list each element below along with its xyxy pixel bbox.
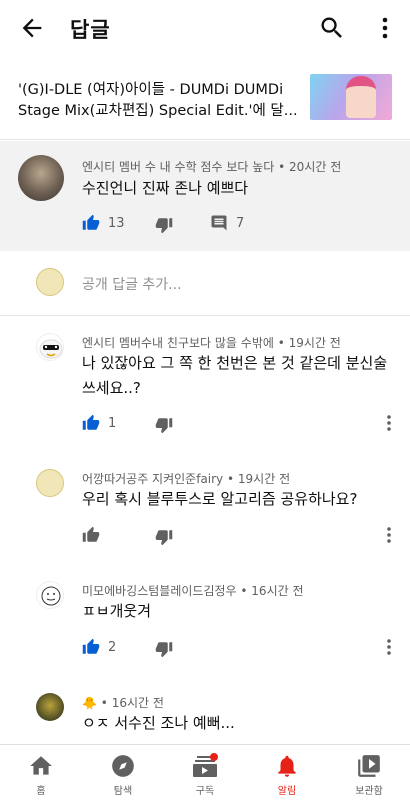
reply-count-action[interactable]: 7: [210, 214, 244, 232]
library-icon: [358, 755, 380, 777]
nav-explore[interactable]: 탐색: [82, 751, 164, 799]
like-action[interactable]: 2: [82, 638, 116, 656]
subscriptions-icon: [193, 753, 218, 777]
add-reply-row[interactable]: 공개 답글 추가...: [0, 252, 410, 316]
bell-icon: [278, 755, 296, 777]
thumb-down-icon[interactable]: [155, 216, 173, 234]
comment-author[interactable]: 엔시티 멤버 수 내 수학 점수 보다 높다: [82, 160, 274, 174]
avatar[interactable]: [18, 155, 64, 201]
like-count: 13: [108, 215, 125, 231]
thumb-up-icon[interactable]: [82, 526, 100, 544]
nav-label: 보관함: [355, 786, 383, 797]
comment-meta: 🐥 • 16시간 전: [82, 694, 164, 711]
comment-text: ㅍㅂ개웃겨: [82, 602, 152, 620]
avatar[interactable]: [36, 333, 64, 361]
avatar[interactable]: [36, 581, 64, 609]
comment-time: 20시간 전: [289, 160, 342, 174]
comment-author[interactable]: 🐥: [82, 696, 97, 710]
comment-author[interactable]: 미모에바깅스텀블레이드김정우: [82, 584, 237, 598]
meta-separator: •: [227, 472, 235, 486]
more-vert-icon[interactable]: [386, 414, 392, 432]
thumb-up-icon[interactable]: [82, 214, 100, 232]
comment-author[interactable]: 엔시티 멤버수내 친구보다 많을 수밖에: [82, 336, 274, 350]
comment-time: 16시간 전: [111, 696, 164, 710]
home-icon: [30, 756, 52, 775]
more-vert-icon[interactable]: [386, 638, 392, 656]
thumb-down-icon[interactable]: [155, 640, 173, 658]
comment-text-line: 쓰세요..?: [82, 379, 141, 397]
comment-author[interactable]: 어깡따거공주 지켜인준fairy: [82, 472, 223, 486]
video-title[interactable]: '(G)I-DLE (여자)아이들 - DUMDi DUMDi Stage Mi…: [18, 80, 300, 122]
parent-comment: 엔시티 멤버 수 내 수학 점수 보다 높다 • 20시간 전 수진언니 진짜 …: [0, 141, 410, 251]
comment-time: 16시간 전: [251, 584, 304, 598]
comment-text-line: 나 있잖아요 그 쪽 한 천번은 본 것 같은데 분신술: [82, 354, 388, 372]
comment-icon: [211, 215, 227, 231]
thumbnail-person: [346, 76, 376, 118]
comment-meta: 어깡따거공주 지켜인준fairy • 19시간 전: [82, 470, 290, 487]
video-header[interactable]: '(G)I-DLE (여자)아이들 - DUMDi DUMDi Stage Mi…: [0, 56, 410, 140]
reply-item: 미모에바깅스텀블레이드김정우 • 16시간 전 ㅍㅂ개웃겨 2: [0, 569, 410, 687]
like-count: 1: [108, 415, 117, 431]
nav-notifications[interactable]: 알림: [246, 751, 328, 799]
more-vert-icon[interactable]: [375, 14, 395, 42]
comment-meta: 엔시티 멤버 수 내 수학 점수 보다 높다 • 20시간 전: [82, 158, 341, 175]
meta-separator: •: [100, 696, 108, 710]
thumb-up-icon[interactable]: [82, 638, 100, 656]
comment-text: ㅇㅈ 서수진 조나 예뻐...: [82, 714, 235, 732]
thumb-down-icon[interactable]: [155, 528, 173, 546]
compass-icon: [112, 755, 134, 777]
avatar[interactable]: [36, 693, 64, 721]
meta-separator: •: [277, 336, 285, 350]
comment-text: 수진언니 진짜 존나 예쁘다: [82, 179, 249, 197]
nav-label: 구독: [195, 786, 215, 797]
nav-library[interactable]: 보관함: [328, 751, 410, 799]
thumb-down-icon[interactable]: [155, 416, 173, 434]
app-bar: 답글: [0, 0, 410, 56]
comment-time: 19시간 전: [288, 336, 341, 350]
like-action[interactable]: 13: [82, 214, 125, 232]
reply-item: 어깡따거공주 지켜인준fairy • 19시간 전 우리 혹시 블루투스로 알고…: [0, 457, 410, 569]
nav-subscriptions[interactable]: 구독: [164, 751, 246, 799]
comment-meta: 엔시티 멤버수내 친구보다 많을 수밖에 • 19시간 전: [82, 334, 341, 351]
add-reply-input[interactable]: 공개 답글 추가...: [82, 274, 182, 294]
video-thumbnail[interactable]: [310, 74, 392, 120]
meta-separator: •: [240, 584, 248, 598]
nav-label: 알림: [277, 786, 297, 797]
meta-separator: •: [278, 160, 286, 174]
bottom-navigation: 홈 탐색 구독 알림 보관함: [0, 744, 410, 800]
comment-text: 우리 혹시 블루투스로 알고리즘 공유하나요?: [82, 490, 358, 508]
comment-meta: 미모에바깅스텀블레이드김정우 • 16시간 전: [82, 582, 304, 599]
like-count: 2: [108, 639, 117, 655]
comment-time: 19시간 전: [237, 472, 291, 486]
reply-item: 🐥 • 16시간 전 ㅇㅈ 서수진 조나 예뻐...: [0, 687, 410, 744]
search-icon[interactable]: [318, 14, 346, 42]
page-title: 답글: [70, 18, 111, 42]
my-avatar: [36, 268, 64, 296]
reply-count: 7: [236, 215, 245, 231]
arrow-left-icon[interactable]: [18, 14, 46, 42]
avatar-image: [41, 586, 61, 606]
like-action[interactable]: 1: [82, 414, 116, 432]
nav-label: 탐색: [113, 786, 133, 797]
more-vert-icon[interactable]: [386, 526, 392, 544]
avatar[interactable]: [36, 469, 64, 497]
thumb-up-icon[interactable]: [82, 414, 100, 432]
avatar-image: [39, 339, 63, 359]
reply-item: 엔시티 멤버수내 친구보다 많을 수밖에 • 19시간 전 나 있잖아요 그 쪽…: [0, 317, 410, 457]
nav-label: 홈: [36, 786, 46, 797]
nav-home[interactable]: 홈: [0, 751, 82, 799]
